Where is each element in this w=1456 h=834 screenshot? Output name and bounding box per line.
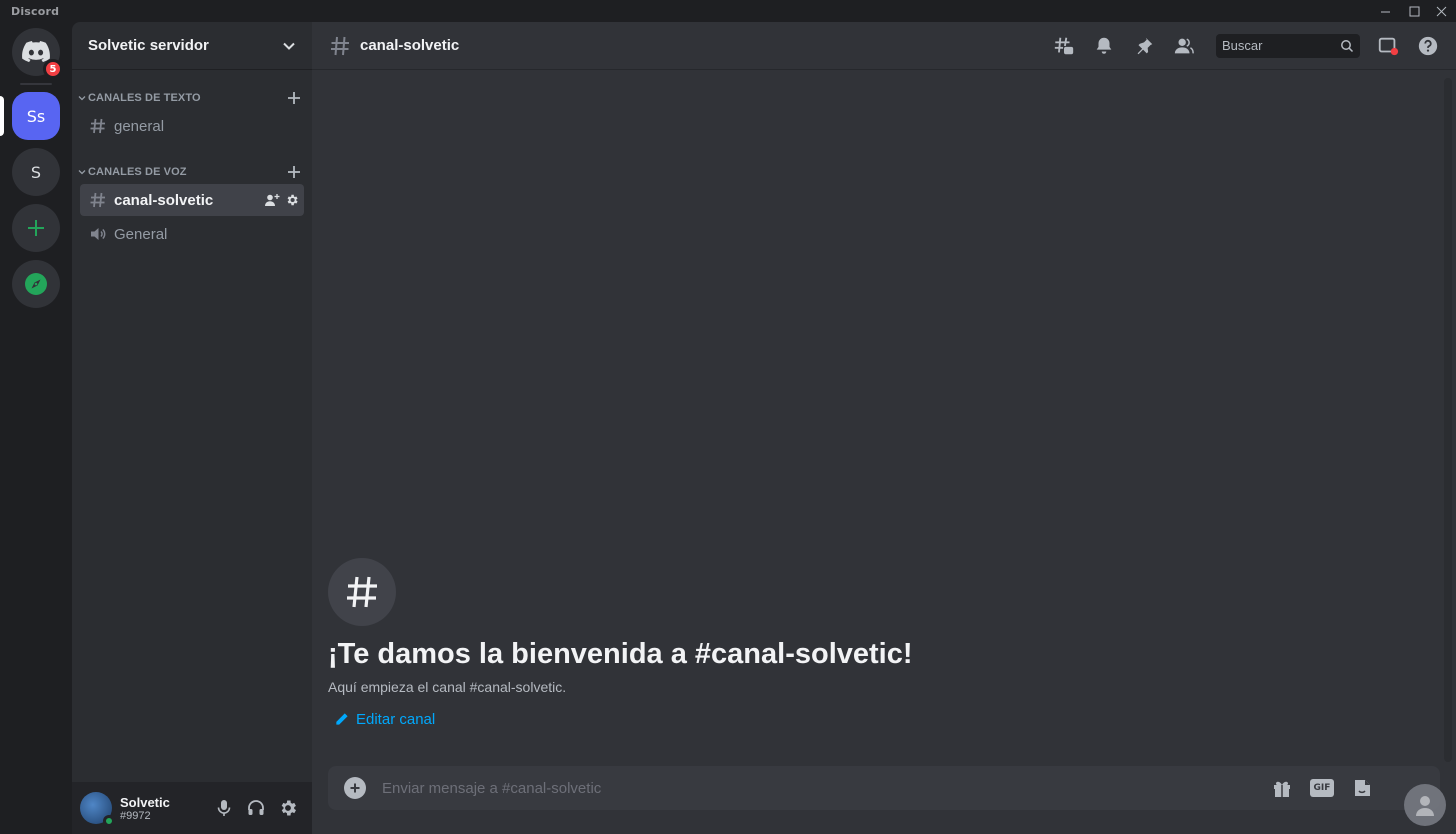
server-name: Solvetic servidor — [88, 37, 209, 54]
message-composer: GIF — [328, 766, 1440, 810]
server-icon-ss[interactable]: Ss — [12, 92, 60, 140]
attach-button[interactable] — [344, 777, 366, 799]
speaker-icon — [91, 228, 106, 240]
pin-icon — [1137, 37, 1153, 54]
username: Solvetic — [120, 794, 170, 810]
channel-hash-badge — [328, 558, 396, 626]
gif-label: GIF — [1310, 779, 1334, 797]
threads-icon — [1054, 37, 1074, 54]
welcome-title: ¡Te damos la bienvenida a #canal-solveti… — [328, 638, 913, 670]
invite-button[interactable] — [264, 192, 280, 208]
inbox-icon — [1378, 37, 1399, 55]
channel-general-voice[interactable]: General — [80, 218, 304, 250]
edit-channel-link[interactable]: Editar canal — [328, 711, 913, 728]
sticker-button[interactable] — [1348, 774, 1376, 802]
gift-icon — [1274, 781, 1290, 797]
direct-messages-button[interactable]: 5 — [12, 28, 63, 79]
members-icon — [1174, 37, 1194, 53]
chevron-down-icon — [78, 96, 86, 101]
notifications-button[interactable] — [1092, 34, 1116, 58]
user-panel: Solvetic #9972 — [72, 782, 312, 834]
search-box[interactable] — [1216, 33, 1360, 58]
chat-area: canal-solvetic Buscar ¡Te damos la bienv… — [312, 22, 1456, 834]
close-button[interactable] — [1426, 0, 1456, 22]
title-bar: Discord — [0, 0, 1456, 22]
scrollbar[interactable] — [1444, 78, 1452, 762]
plus-icon — [28, 220, 44, 236]
pinned-messages-button[interactable] — [1132, 34, 1156, 58]
threads-button[interactable] — [1052, 34, 1076, 58]
maximize-icon — [1409, 6, 1419, 16]
headphones-icon — [248, 800, 264, 815]
selected-server-indicator — [0, 96, 4, 136]
channel-welcome: ¡Te damos la bienvenida a #canal-solveti… — [328, 558, 913, 728]
channel-name: general — [114, 117, 165, 135]
channel-name: canal-solvetic — [114, 191, 214, 209]
channel-name: General — [114, 225, 168, 243]
server-rail: 5 Ss S — [0, 22, 72, 834]
search-icon — [1341, 39, 1354, 52]
message-input[interactable] — [382, 779, 1268, 797]
channel-sidebar: Solvetic servidor CANALES DE TEXTO gener… — [72, 22, 312, 834]
discord-logo-icon — [22, 41, 50, 63]
mute-button[interactable] — [208, 792, 240, 824]
help-icon — [1418, 36, 1438, 55]
edit-channel-label: Editar canal — [356, 711, 436, 728]
bell-icon — [1096, 37, 1112, 54]
hashtag-icon — [347, 576, 377, 608]
unread-badge: 5 — [43, 59, 63, 79]
explore-servers-button[interactable] — [12, 260, 60, 308]
compass-icon — [25, 273, 47, 295]
search-input[interactable] — [1222, 38, 1340, 53]
channel-title: canal-solvetic — [360, 37, 460, 54]
hashtag-icon — [90, 118, 105, 134]
server-header-button[interactable]: Solvetic servidor — [72, 22, 312, 70]
minimize-button[interactable] — [1370, 0, 1400, 22]
chevron-down-icon — [78, 170, 86, 175]
category-label: CANALES DE VOZ — [88, 166, 187, 178]
gift-button[interactable] — [1268, 774, 1296, 802]
minimize-icon — [1380, 11, 1390, 12]
sticker-icon — [1355, 780, 1370, 796]
channel-general-text[interactable]: general — [80, 110, 304, 142]
user-tag: #9972 — [120, 809, 151, 822]
category-voice-channels[interactable]: CANALES DE VOZ — [72, 162, 312, 182]
add-member-icon — [265, 194, 280, 206]
maximize-button[interactable] — [1399, 0, 1429, 22]
close-icon — [1436, 6, 1446, 16]
avatar[interactable] — [80, 792, 115, 827]
hashtag-icon — [331, 36, 349, 55]
user-settings-button[interactable] — [272, 792, 304, 824]
member-list-button[interactable] — [1172, 34, 1196, 58]
gear-icon — [281, 800, 296, 816]
status-indicator — [103, 815, 115, 827]
gear-icon — [287, 194, 298, 206]
channel-canal-solvetic[interactable]: canal-solvetic — [80, 184, 304, 216]
hashtag-icon — [90, 192, 105, 208]
help-button[interactable] — [1416, 34, 1440, 58]
discord-window: Discord 5 Ss S Solvetic servidor CANALES… — [0, 0, 1456, 834]
add-server-button[interactable] — [12, 204, 60, 252]
plus-icon — [350, 783, 360, 793]
watermark-icon — [1416, 796, 1434, 816]
welcome-subtitle: Aquí empieza el canal #canal-solvetic. — [328, 679, 567, 695]
deafen-button[interactable] — [240, 792, 272, 824]
rail-separator — [20, 83, 52, 85]
category-label: CANALES DE TEXTO — [88, 92, 201, 104]
app-title: Discord — [11, 5, 60, 18]
pencil-icon — [336, 713, 348, 725]
create-channel-icon[interactable] — [286, 90, 302, 106]
channel-header: canal-solvetic — [312, 22, 1456, 70]
server-icon-s[interactable]: S — [12, 148, 60, 196]
create-channel-icon[interactable] — [286, 164, 302, 180]
user-info[interactable]: Solvetic #9972 — [120, 795, 208, 822]
watermark-logo — [1404, 784, 1446, 826]
chevron-down-icon — [283, 42, 295, 50]
channel-settings-button[interactable] — [284, 192, 300, 208]
gif-button[interactable]: GIF — [1308, 774, 1336, 802]
category-text-channels[interactable]: CANALES DE TEXTO — [72, 88, 312, 108]
microphone-icon — [217, 800, 231, 816]
inbox-button[interactable] — [1376, 34, 1400, 58]
